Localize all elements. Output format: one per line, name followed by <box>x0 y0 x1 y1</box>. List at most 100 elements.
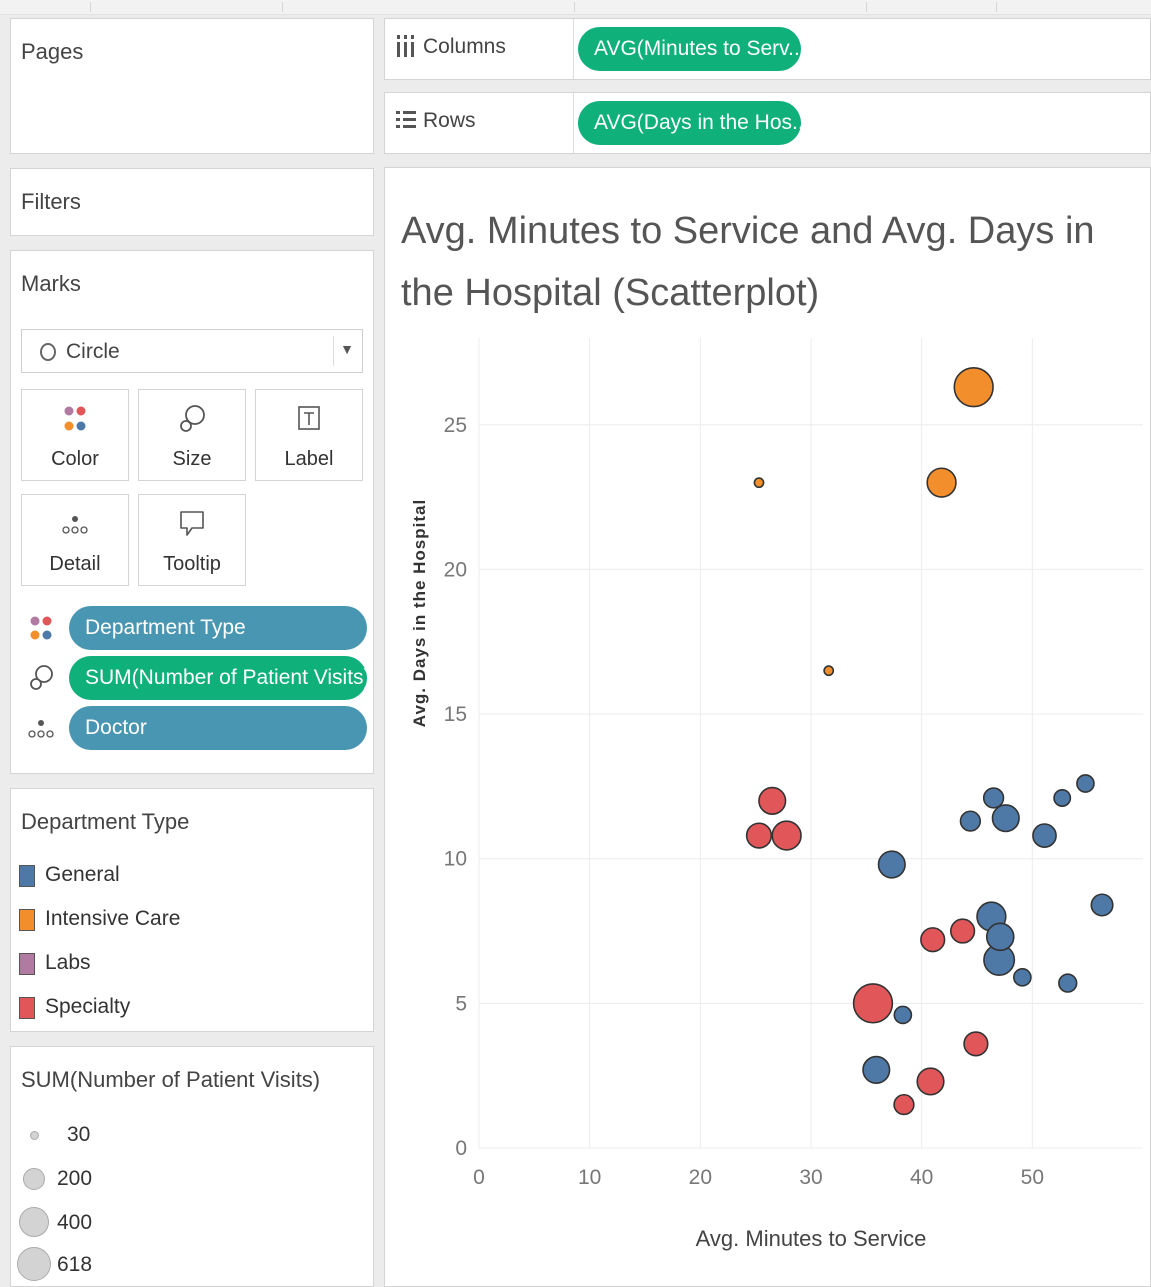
size-button-label: Size <box>172 448 212 470</box>
columns-shelf[interactable]: Columns AVG(Minutes to Serv.. <box>384 18 1151 80</box>
chevron-down-icon[interactable]: ▼ <box>340 341 354 357</box>
x-tick-label: 0 <box>473 1166 485 1189</box>
circle-mark-icon <box>40 343 56 361</box>
color-legend-card: Department Type General Intensive Care L… <box>10 788 374 1032</box>
legend-swatch <box>19 953 35 975</box>
x-axis-title: Avg. Minutes to Service <box>696 1226 927 1251</box>
size-legend-label: 200 <box>57 1167 93 1190</box>
legend-swatch <box>19 997 35 1019</box>
color-legend-list: General Intensive Care Labs Specialty <box>11 853 373 1031</box>
filters-title: Filters <box>21 189 81 214</box>
data-point-specialty[interactable] <box>893 1093 915 1116</box>
y-tick-label: 20 <box>444 558 467 581</box>
detail-dots-icon <box>22 507 128 541</box>
viz-pane[interactable]: Avg. Minutes to Service and Avg. Days in… <box>384 167 1151 1287</box>
scatter-chart[interactable]: 0 10 20 30 40 500510152025Avg. Minutes to Ser… <box>385 168 1150 1286</box>
color-palette-icon <box>27 612 55 644</box>
data-point-specialty[interactable] <box>758 786 787 815</box>
strip-divider <box>282 2 283 12</box>
size-legend-item: 200 <box>17 1161 117 1201</box>
size-legend-label: 618 <box>57 1253 93 1276</box>
data-point-intensive-care[interactable] <box>823 665 835 677</box>
label-button[interactable]: Label <box>255 389 363 481</box>
strip-divider <box>866 2 867 12</box>
size-legend-item: 30 <box>17 1117 117 1157</box>
doctor-pill[interactable]: Doctor <box>69 706 367 750</box>
size-icon <box>139 402 245 436</box>
strip-divider <box>90 2 91 12</box>
data-point-specialty[interactable] <box>771 820 802 851</box>
detail-button[interactable]: Detail <box>21 494 129 586</box>
data-point-specialty[interactable] <box>916 1067 945 1096</box>
strip-divider <box>996 2 997 12</box>
x-tick-label: 20 <box>689 1166 712 1189</box>
marks-card: Marks Circle ▼ Color Size Label Detail T… <box>10 250 374 774</box>
mark-type-value: Circle <box>66 340 120 363</box>
rows-pill[interactable]: AVG(Days in the Hos.. <box>578 101 801 145</box>
y-tick-label: 25 <box>444 414 467 437</box>
size-button[interactable]: Size <box>138 389 246 481</box>
size-legend-circle <box>23 1168 45 1190</box>
y-tick-label: 10 <box>444 848 467 871</box>
data-point-general[interactable] <box>1090 893 1114 917</box>
data-point-general[interactable] <box>991 804 1020 833</box>
size-legend-card: SUM(Number of Patient Visits) 30 200 400… <box>10 1046 374 1287</box>
data-point-general[interactable] <box>959 810 982 832</box>
top-strip <box>0 0 1151 15</box>
legend-swatch <box>19 865 35 887</box>
x-tick-label: 30 <box>799 1166 822 1189</box>
data-point-intensive-care[interactable] <box>753 477 765 489</box>
strip-divider <box>574 2 575 12</box>
data-point-general[interactable] <box>1076 774 1095 793</box>
y-tick-label: 15 <box>444 703 467 726</box>
columns-icon <box>395 33 417 59</box>
data-point-intensive-care[interactable] <box>926 467 957 498</box>
tooltip-button-label: Tooltip <box>163 553 221 575</box>
department-type-pill[interactable]: Department Type <box>69 606 367 650</box>
size-legend-label: 400 <box>57 1211 93 1234</box>
columns-label: Columns <box>423 35 506 58</box>
filters-card[interactable]: Filters <box>10 168 374 236</box>
rows-shelf[interactable]: Rows AVG(Days in the Hos.. <box>384 92 1151 154</box>
color-button[interactable]: Color <box>21 389 129 481</box>
data-point-general[interactable] <box>985 922 1015 952</box>
shelf-divider <box>573 93 574 153</box>
text-label-icon <box>256 402 362 436</box>
size-field-row: SUM(Number of Patient Visits) <box>21 656 367 700</box>
data-point-specialty[interactable] <box>920 927 946 953</box>
data-point-general[interactable] <box>1032 823 1057 848</box>
data-point-specialty[interactable] <box>949 918 976 944</box>
data-point-general[interactable] <box>862 1055 891 1084</box>
legend-label: Intensive Care <box>45 907 181 930</box>
size-legend-item: 400 <box>17 1205 117 1245</box>
legend-swatch <box>19 909 35 931</box>
columns-pill[interactable]: AVG(Minutes to Serv.. <box>578 27 801 71</box>
data-point-general[interactable] <box>982 787 1005 809</box>
y-tick-label: 0 <box>455 1137 467 1160</box>
size-icon <box>27 662 55 694</box>
data-point-general[interactable] <box>893 1005 913 1025</box>
data-point-general[interactable] <box>1013 967 1032 987</box>
tooltip-button[interactable]: Tooltip <box>138 494 246 586</box>
patient-visits-pill[interactable]: SUM(Number of Patient Visits) <box>69 656 367 700</box>
detail-dots-icon <box>27 712 55 744</box>
detail-button-label: Detail <box>49 553 101 575</box>
data-point-specialty[interactable] <box>963 1031 989 1057</box>
color-button-label: Color <box>51 448 99 470</box>
dropdown-separator <box>333 336 334 366</box>
y-axis-title: Avg. Days in the Hospital <box>410 499 429 727</box>
color-field-row: Department Type <box>21 606 367 650</box>
data-point-specialty[interactable] <box>852 983 894 1024</box>
data-point-general[interactable] <box>1058 973 1078 993</box>
data-point-specialty[interactable] <box>745 822 773 849</box>
mark-type-dropdown[interactable]: Circle ▼ <box>21 329 363 373</box>
tooltip-speech-icon <box>139 507 245 541</box>
data-point-intensive-care[interactable] <box>953 366 994 408</box>
marks-title: Marks <box>21 271 81 296</box>
pages-card[interactable]: Pages <box>10 18 374 154</box>
data-point-general[interactable] <box>1053 788 1072 807</box>
size-legend-circle <box>17 1247 51 1281</box>
legend-label: Labs <box>45 951 91 974</box>
data-point-general[interactable] <box>877 850 906 879</box>
legend-label: General <box>45 863 120 886</box>
